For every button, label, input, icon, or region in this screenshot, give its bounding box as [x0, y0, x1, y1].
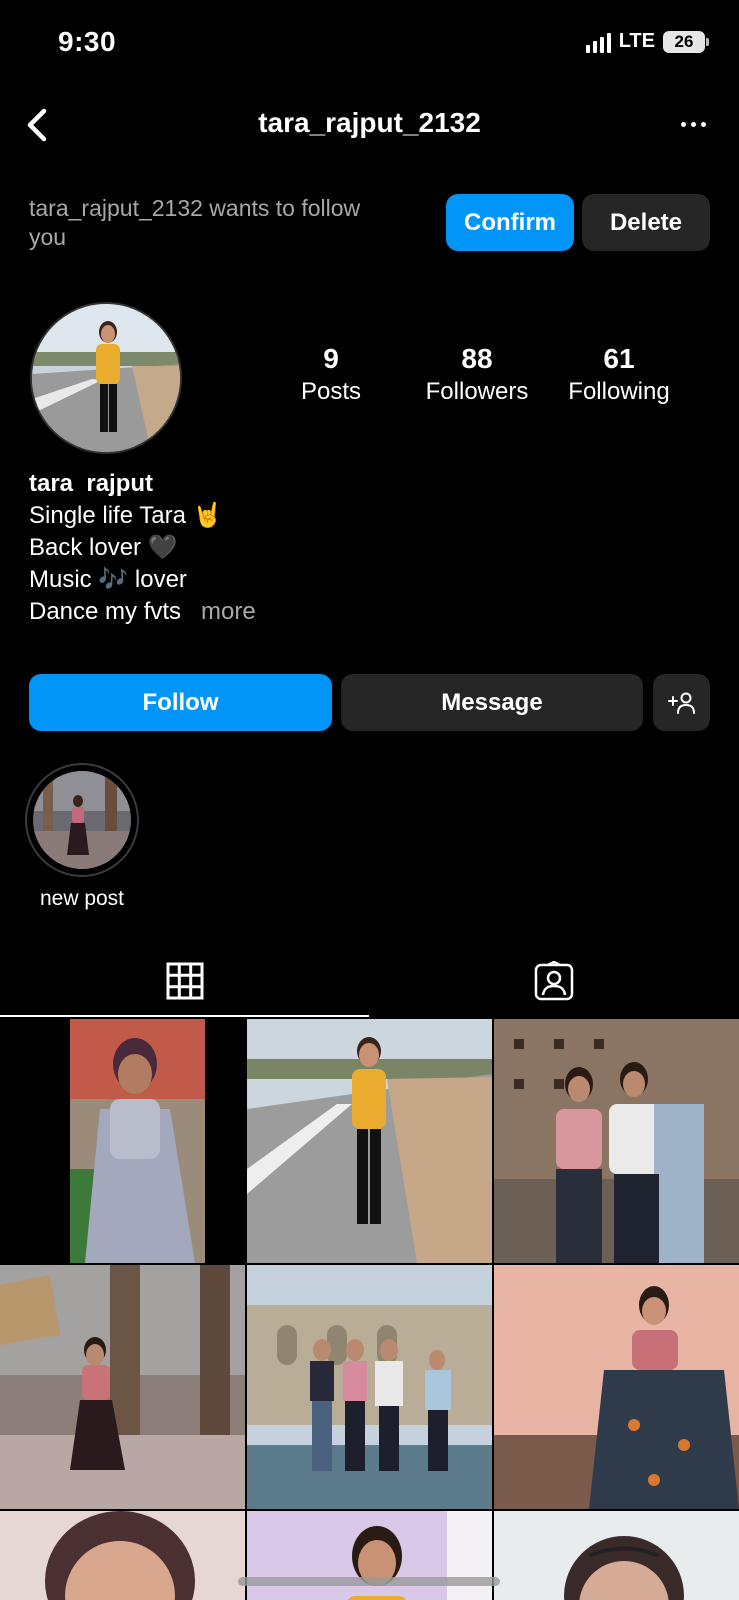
- signal-icon: [585, 31, 611, 53]
- active-tab-indicator: [0, 1015, 369, 1017]
- more-options-button[interactable]: [673, 109, 713, 139]
- network-type: LTE: [618, 30, 655, 52]
- followers-count[interactable]: 88 Followers: [410, 342, 544, 408]
- posts-number: 9: [323, 343, 339, 374]
- following-count[interactable]: 61 Following: [557, 342, 681, 408]
- tagged-person-icon: [534, 961, 573, 1001]
- post-thumbnail[interactable]: [247, 1265, 492, 1509]
- bio-line: Dance my fvts: [29, 598, 182, 625]
- highlight-ring: [25, 763, 139, 877]
- suggest-people-button[interactable]: [653, 674, 710, 731]
- bio-more-link[interactable]: more: [201, 598, 256, 625]
- message-button[interactable]: Message: [341, 674, 643, 731]
- post-thumbnail[interactable]: [494, 1265, 739, 1509]
- bio-line: Back lover 🖤: [29, 534, 178, 561]
- bio-line: Single life Tara 🤘: [29, 502, 223, 529]
- highlight-label: new post: [39, 887, 125, 910]
- page-title: tara_rajput_2132: [258, 107, 481, 138]
- post-thumbnail[interactable]: [0, 1019, 245, 1263]
- post-thumbnail[interactable]: [0, 1511, 245, 1600]
- post-thumbnail[interactable]: [494, 1511, 739, 1600]
- more-horizontal-icon: [680, 121, 686, 127]
- add-person-icon: [667, 692, 695, 714]
- post-thumbnail[interactable]: [247, 1511, 492, 1600]
- story-highlight[interactable]: new post: [25, 763, 139, 911]
- bio-line-last: Dance my fvts more: [29, 596, 709, 628]
- post-thumbnail[interactable]: [494, 1019, 739, 1263]
- follow-request-message: tara_rajput_2132 wants to follow you: [29, 195, 361, 250]
- avatar[interactable]: [30, 302, 182, 454]
- profile-bio: tara rajput Single life Tara 🤘 Back love…: [29, 468, 709, 628]
- posts-label: Posts: [300, 378, 362, 405]
- profile-name: tara rajput: [29, 470, 154, 497]
- follow-request-banner: tara_rajput_2132 wants to follow you Con…: [29, 190, 710, 251]
- post-thumbnail[interactable]: [0, 1265, 245, 1509]
- profile-tabs: [0, 945, 739, 1017]
- post-thumbnail[interactable]: [247, 1019, 492, 1263]
- battery-level: 26: [663, 30, 705, 53]
- follow-button[interactable]: Follow: [29, 674, 332, 731]
- following-label: Following: [568, 378, 670, 405]
- posts-count[interactable]: 9 Posts: [280, 342, 382, 408]
- grid-icon: [166, 962, 203, 1000]
- battery-icon: 26: [663, 30, 709, 53]
- profile-header: tara_rajput_2132: [0, 95, 739, 155]
- followers-number: 88: [461, 343, 493, 374]
- followers-label: Followers: [425, 378, 529, 405]
- posts-grid: [0, 1019, 739, 1600]
- status-time: 9:30: [58, 26, 117, 57]
- profile-actions: Follow Message: [29, 674, 710, 731]
- status-bar: 9:30 LTE 26: [0, 0, 739, 90]
- delete-button[interactable]: Delete: [582, 194, 710, 251]
- home-indicator: [238, 1577, 500, 1586]
- highlight-cover: [33, 771, 131, 869]
- tab-tagged[interactable]: [369, 945, 738, 1017]
- status-indicators: LTE 26: [585, 30, 709, 53]
- tab-posts-grid[interactable]: [0, 945, 369, 1017]
- following-number: 61: [603, 343, 635, 374]
- confirm-button[interactable]: Confirm: [446, 194, 574, 251]
- bio-line: Music 🎶 lover: [29, 566, 187, 593]
